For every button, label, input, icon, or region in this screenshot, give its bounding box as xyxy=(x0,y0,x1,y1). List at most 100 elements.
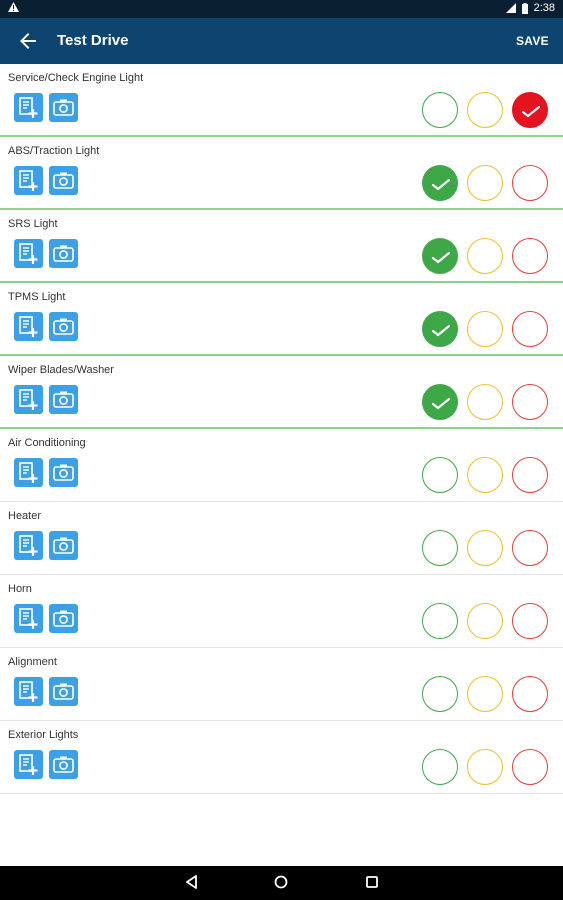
fail-circle[interactable] xyxy=(512,384,548,420)
camera-button[interactable] xyxy=(49,239,78,268)
pass-circle[interactable] xyxy=(422,238,458,274)
item-label: Wiper Blades/Washer xyxy=(8,364,114,376)
list-item: Wiper Blades/Washer xyxy=(0,356,563,429)
list-item: Alignment xyxy=(0,648,563,721)
signal-icon xyxy=(505,3,516,13)
navigation-bar xyxy=(0,866,563,900)
caution-circle[interactable] xyxy=(467,92,503,128)
fail-circle[interactable] xyxy=(512,530,548,566)
note-add-icon xyxy=(14,458,43,487)
list-item: SRS Light xyxy=(0,210,563,283)
note-add-icon xyxy=(14,677,43,706)
battery-icon xyxy=(521,2,528,14)
add-note-button[interactable] xyxy=(14,239,43,268)
camera-button[interactable] xyxy=(49,750,78,779)
camera-button[interactable] xyxy=(49,458,78,487)
add-note-button[interactable] xyxy=(14,312,43,341)
recents-square-icon[interactable] xyxy=(364,874,380,895)
fail-circle[interactable] xyxy=(512,311,548,347)
note-add-icon xyxy=(14,166,43,195)
add-note-button[interactable] xyxy=(14,385,43,414)
item-label: Heater xyxy=(8,510,42,522)
status-bar: 2:38 xyxy=(0,0,563,18)
list-item: TPMS Light xyxy=(0,283,563,356)
camera-icon xyxy=(49,239,78,268)
camera-button[interactable] xyxy=(49,677,78,706)
fail-circle[interactable] xyxy=(512,676,548,712)
add-note-button[interactable] xyxy=(14,531,43,560)
add-note-button[interactable] xyxy=(14,166,43,195)
camera-button[interactable] xyxy=(49,166,78,195)
list-item: Horn xyxy=(0,575,563,648)
item-label: ABS/Traction Light xyxy=(8,145,100,157)
pass-circle[interactable] xyxy=(422,311,458,347)
caution-circle[interactable] xyxy=(467,749,503,785)
warning-icon xyxy=(8,2,19,12)
camera-icon xyxy=(49,531,78,560)
fail-circle[interactable] xyxy=(512,165,548,201)
camera-button[interactable] xyxy=(49,531,78,560)
add-note-button[interactable] xyxy=(14,604,43,633)
pass-circle[interactable] xyxy=(422,603,458,639)
status-time: 2:38 xyxy=(533,2,555,14)
fail-circle[interactable] xyxy=(512,92,548,128)
list-item: Air Conditioning xyxy=(0,429,563,502)
list-item: Service/Check Engine Light xyxy=(0,64,563,137)
list-item: ABS/Traction Light xyxy=(0,137,563,210)
fail-circle[interactable] xyxy=(512,603,548,639)
note-add-icon xyxy=(14,531,43,560)
arrow-back-icon[interactable] xyxy=(16,29,40,53)
caution-circle[interactable] xyxy=(467,165,503,201)
back-triangle-icon[interactable] xyxy=(184,874,200,895)
fail-circle[interactable] xyxy=(512,238,548,274)
checklist: Service/Check Engine Light ABS/Traction L… xyxy=(0,64,563,794)
camera-button[interactable] xyxy=(49,604,78,633)
caution-circle[interactable] xyxy=(467,238,503,274)
note-add-icon xyxy=(14,93,43,122)
caution-circle[interactable] xyxy=(467,530,503,566)
fail-circle[interactable] xyxy=(512,749,548,785)
camera-icon xyxy=(49,677,78,706)
item-label: SRS Light xyxy=(8,218,58,230)
add-note-button[interactable] xyxy=(14,677,43,706)
add-note-button[interactable] xyxy=(14,458,43,487)
camera-icon xyxy=(49,166,78,195)
camera-button[interactable] xyxy=(49,93,78,122)
camera-icon xyxy=(49,312,78,341)
pass-circle[interactable] xyxy=(422,530,458,566)
note-add-icon xyxy=(14,385,43,414)
home-circle-icon[interactable] xyxy=(273,874,289,895)
camera-icon xyxy=(49,93,78,122)
camera-icon xyxy=(49,604,78,633)
list-item: Heater xyxy=(0,502,563,575)
camera-button[interactable] xyxy=(49,385,78,414)
pass-circle[interactable] xyxy=(422,165,458,201)
add-note-button[interactable] xyxy=(14,93,43,122)
pass-circle[interactable] xyxy=(422,749,458,785)
add-note-button[interactable] xyxy=(14,750,43,779)
save-button[interactable]: SAVE xyxy=(516,34,549,48)
pass-circle[interactable] xyxy=(422,384,458,420)
caution-circle[interactable] xyxy=(467,457,503,493)
camera-icon xyxy=(49,385,78,414)
caution-circle[interactable] xyxy=(467,603,503,639)
caution-circle[interactable] xyxy=(467,311,503,347)
list-item: Exterior Lights xyxy=(0,721,563,794)
caution-circle[interactable] xyxy=(467,384,503,420)
item-label: Alignment xyxy=(8,656,57,668)
pass-circle[interactable] xyxy=(422,92,458,128)
camera-icon xyxy=(49,458,78,487)
item-label: TPMS Light xyxy=(8,291,66,303)
note-add-icon xyxy=(14,312,43,341)
app-bar: Test Drive SAVE xyxy=(0,18,563,64)
camera-icon xyxy=(49,750,78,779)
caution-circle[interactable] xyxy=(467,676,503,712)
camera-button[interactable] xyxy=(49,312,78,341)
pass-circle[interactable] xyxy=(422,457,458,493)
item-label: Exterior Lights xyxy=(8,729,79,741)
fail-circle[interactable] xyxy=(512,457,548,493)
item-label: Service/Check Engine Light xyxy=(8,72,144,84)
pass-circle[interactable] xyxy=(422,676,458,712)
item-label: Horn xyxy=(8,583,32,595)
note-add-icon xyxy=(14,750,43,779)
